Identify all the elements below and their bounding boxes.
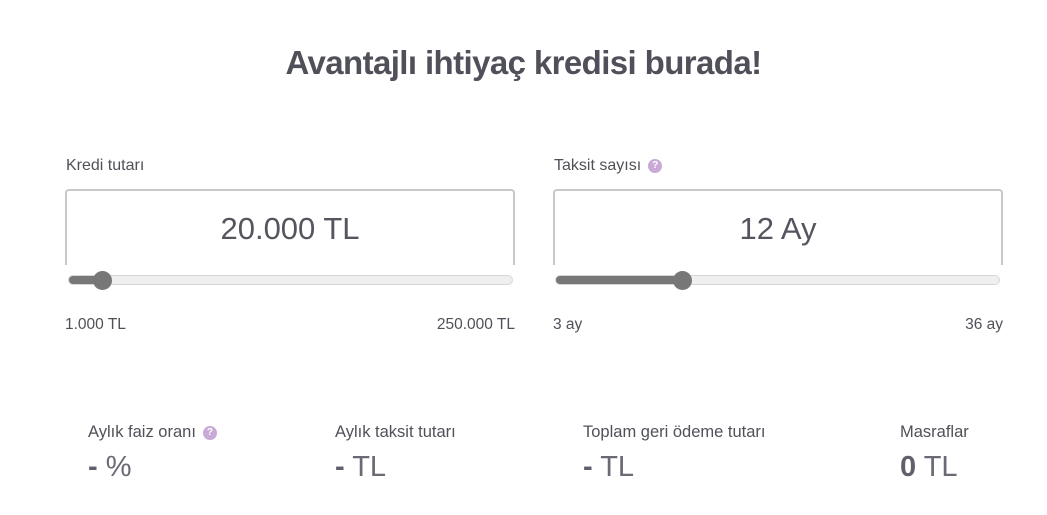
loan-amount-slider[interactable] bbox=[68, 270, 513, 290]
installments-label: Taksit sayısı ? bbox=[554, 157, 663, 175]
monthly-installment-number: - bbox=[335, 451, 345, 483]
loan-amount-min: 1.000 TL bbox=[65, 316, 126, 333]
total-repayment-label: Toplam geri ödeme tutarı bbox=[583, 423, 766, 441]
fees-label: Masraflar bbox=[900, 423, 969, 441]
page-title: Avantajlı ihtiyaç kredisi burada! bbox=[285, 44, 763, 81]
monthly-interest-unit: % bbox=[105, 451, 132, 483]
installments-min: 3 ay bbox=[553, 316, 583, 333]
monthly-interest-label: Aylık faiz oranı ? bbox=[88, 423, 217, 442]
installments-slider-thumb[interactable] bbox=[672, 270, 692, 290]
fees-number: 0 bbox=[900, 451, 917, 483]
total-repayment-value: - TL bbox=[583, 451, 634, 484]
installments-slider[interactable] bbox=[555, 270, 1000, 290]
fees-value: 0 TL bbox=[900, 451, 958, 484]
loan-amount-max: 250.000 TL bbox=[436, 316, 515, 333]
monthly-installment-unit: TL bbox=[352, 451, 387, 483]
installments-slider-fill bbox=[556, 276, 683, 284]
loan-amount-input[interactable]: 20.000 TL bbox=[65, 189, 515, 265]
help-icon[interactable]: ? bbox=[648, 159, 663, 173]
help-icon[interactable]: ? bbox=[202, 425, 217, 440]
monthly-interest-value: - % bbox=[88, 451, 132, 484]
monthly-interest-label-text: Aylık faiz oranı bbox=[88, 423, 196, 441]
monthly-installment-label: Aylık taksit tutarı bbox=[335, 423, 456, 441]
loan-amount-slider-thumb[interactable] bbox=[93, 270, 113, 290]
fees-unit: TL bbox=[923, 451, 958, 483]
installments-max: 36 ay bbox=[965, 316, 1003, 333]
installments-label-text: Taksit sayısı bbox=[554, 157, 642, 174]
loan-amount-label-text: Kredi tutarı bbox=[66, 157, 145, 174]
total-repayment-number: - bbox=[583, 451, 593, 483]
loan-amount-label: Kredi tutarı bbox=[66, 157, 144, 175]
monthly-interest-number: - bbox=[88, 451, 98, 483]
installments-input[interactable]: 12 Ay bbox=[553, 189, 1003, 265]
monthly-installment-value: - TL bbox=[335, 451, 386, 484]
total-repayment-unit: TL bbox=[600, 451, 635, 483]
